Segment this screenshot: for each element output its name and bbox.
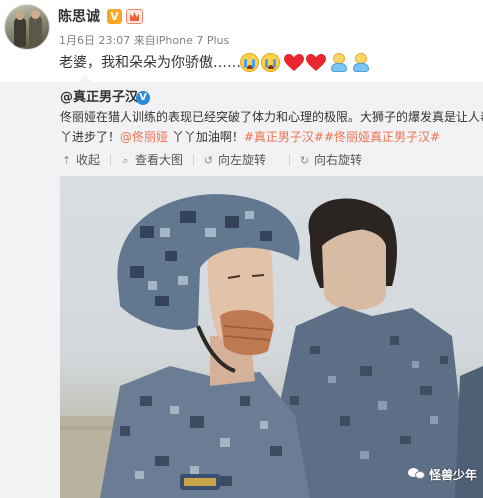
hashtag-link[interactable]: #真正男子汉#: [244, 130, 324, 144]
watermark-text: 怪兽少年: [428, 468, 477, 482]
verified-badge-icon: V: [136, 91, 150, 105]
source-prefix: 来自: [133, 34, 156, 47]
photo-illustration: [60, 194, 483, 498]
post-date[interactable]: 1月6日 23:07: [59, 34, 130, 47]
post-source[interactable]: iPhone 7 Plus: [156, 34, 230, 47]
post-text: 老婆，我和朵朵为你骄傲……: [59, 55, 241, 71]
post-meta: 1月6日 23:07 来自iPhone 7 Plus: [59, 34, 229, 48]
repost-text-start: 丫进步了！: [60, 130, 121, 144]
collapse-icon: ⇡: [61, 154, 72, 167]
heart-icon: [306, 54, 326, 72]
author-name[interactable]: 陈思诚: [58, 8, 100, 26]
rotate-left-button[interactable]: ↺ 向左旋转: [202, 151, 266, 169]
rotate-right-button[interactable]: ↻ 向右旋转: [298, 151, 362, 169]
repost-text-mid: 丫丫加油啊！: [168, 130, 244, 144]
repost-text-line1: 佟丽娅在猎人训练的表现已经突破了体力和心理的极限。大狮子的爆发真是让人毒: [60, 110, 483, 124]
divider: [289, 154, 290, 166]
hashtag-link[interactable]: #佟丽娅真正男子汉#: [324, 130, 440, 144]
rotate-left-icon: ↺: [203, 154, 214, 167]
heart-icon: [284, 54, 304, 72]
repost-text-line2: 丫进步了！@佟丽娅 丫丫加油啊！#真正男子汉##佟丽娅真正男子汉#: [60, 128, 483, 146]
collapse-button[interactable]: ⇡ 收起: [60, 151, 100, 169]
repost-arrow: [78, 75, 92, 82]
crying-face-icon: [261, 53, 280, 72]
zoom-icon: ⌕: [122, 154, 129, 167]
post-photo[interactable]: 怪兽少年: [60, 176, 483, 498]
member-crown-icon[interactable]: [126, 9, 143, 24]
wechat-icon: [407, 467, 426, 481]
watermark: 怪兽少年: [407, 466, 477, 484]
divider: [193, 154, 194, 166]
rotate-left-label: 向左旋转: [218, 153, 267, 167]
rotate-right-label: 向右旋转: [314, 153, 363, 167]
view-large-button[interactable]: ⌕ 查看大图: [119, 151, 183, 169]
view-large-label: 查看大图: [135, 153, 184, 167]
verified-badge-icon: V: [107, 9, 122, 24]
divider: [110, 154, 111, 166]
avatar[interactable]: [4, 4, 50, 50]
repost-author[interactable]: @真正男子汉: [60, 89, 138, 107]
collapse-label: 收起: [76, 153, 101, 167]
baby-icon: [329, 53, 349, 73]
mention-link[interactable]: @佟丽娅: [120, 130, 168, 144]
crying-face-icon: [240, 53, 259, 72]
rotate-right-icon: ↻: [299, 154, 310, 167]
baby-icon: [351, 53, 371, 73]
